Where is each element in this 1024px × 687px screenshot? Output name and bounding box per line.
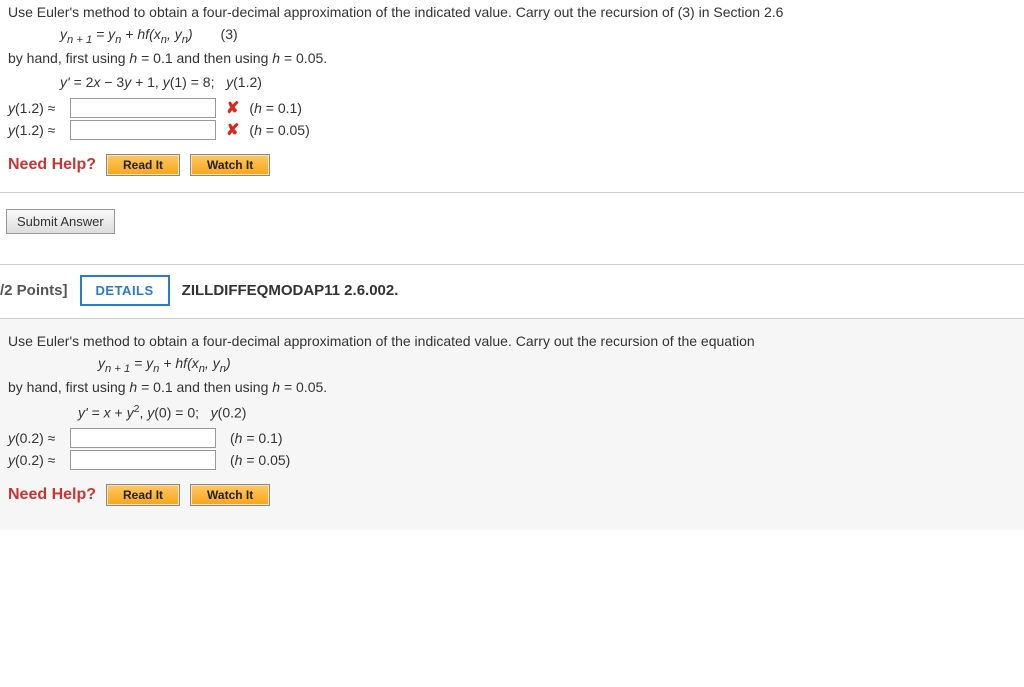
q2-formula: yn + 1 = yn + hf(xn, yn) [98, 355, 1016, 375]
watch-it-button[interactable]: Watch It [190, 154, 270, 176]
q1-formula: yn + 1 = yn + hf(xn, yn) (3) [60, 26, 1024, 46]
q2-answer2-input[interactable] [70, 450, 216, 470]
q1-answer2-input[interactable] [70, 120, 216, 140]
wrong-icon: ✘ [226, 120, 239, 140]
q1-equation: y' = 2x − 3y + 1, y(1) = 8; y(1.2) [60, 74, 1024, 90]
submit-answer-button[interactable]: Submit Answer [6, 209, 115, 234]
q2-equation: y' = x + y2, y(0) = 0; y(0.2) [78, 403, 1016, 421]
watch-it-button-2[interactable]: Watch It [190, 484, 270, 506]
need-help-row: Need Help? Read It Watch It [8, 154, 1024, 176]
q2-answer1-input[interactable] [70, 428, 216, 448]
q2-block: Use Euler's method to obtain a four-deci… [0, 318, 1024, 530]
wrong-icon: ✘ [226, 98, 239, 118]
q1-answer1-input[interactable] [70, 98, 216, 118]
q2-answer2-label: y(0.2) ≈ [8, 452, 66, 468]
q1-answer1-hnote: (h = 0.1) [249, 100, 302, 116]
q2-answer2-hnote: (h = 0.05) [230, 452, 290, 468]
q2-byhand: by hand, first using h = 0.1 and then us… [8, 379, 1016, 395]
q1-answer2-label: y(1.2) ≈ [8, 122, 66, 138]
read-it-button-2[interactable]: Read It [106, 484, 180, 506]
q1-eq-label: (3) [221, 26, 238, 42]
points-row: /2 Points] DETAILS ZILLDIFFEQMODAP11 2.6… [0, 275, 1024, 306]
q2-answer-row-2: y(0.2) ≈ (h = 0.05) [8, 450, 1016, 470]
points-label: /2 Points] [0, 282, 68, 299]
details-button[interactable]: DETAILS [80, 275, 170, 306]
q2-answer1-label: y(0.2) ≈ [8, 430, 66, 446]
q2-prompt: Use Euler's method to obtain a four-deci… [8, 333, 1016, 349]
need-help-label: Need Help? [8, 156, 96, 174]
need-help-row-2: Need Help? Read It Watch It [8, 484, 1016, 506]
problem-reference: ZILLDIFFEQMODAP11 2.6.002. [182, 282, 399, 299]
q2-answer1-hnote: (h = 0.1) [230, 430, 283, 446]
q1-answer1-label: y(1.2) ≈ [8, 100, 66, 116]
q1-answer-row-2: y(1.2) ≈ ✘ (h = 0.05) [8, 120, 1024, 140]
need-help-label-2: Need Help? [8, 486, 96, 504]
section-divider [0, 264, 1024, 265]
read-it-button[interactable]: Read It [106, 154, 180, 176]
q1-prompt: Use Euler's method to obtain a four-deci… [8, 4, 1024, 20]
q1-answer-row-1: y(1.2) ≈ ✘ (h = 0.1) [8, 98, 1024, 118]
q1-answer2-hnote: (h = 0.05) [249, 122, 309, 138]
q2-answer-row-1: y(0.2) ≈ (h = 0.1) [8, 428, 1016, 448]
q1-byhand: by hand, first using h = 0.1 and then us… [8, 50, 1024, 66]
divider [0, 192, 1024, 193]
